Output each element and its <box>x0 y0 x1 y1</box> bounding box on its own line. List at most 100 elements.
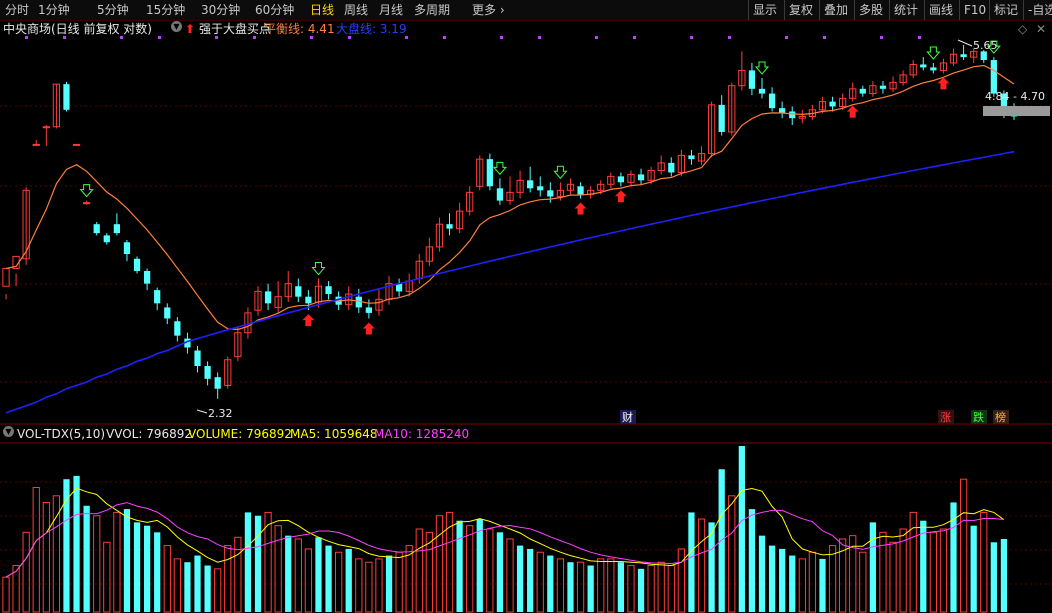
candle-body <box>547 190 554 197</box>
volume-bar <box>657 561 665 613</box>
volume-bar <box>647 565 655 613</box>
candle-body <box>174 321 181 336</box>
price-range-band <box>983 106 1050 116</box>
up-arrow-icon <box>614 190 627 203</box>
indicator-lines <box>5 64 1015 414</box>
volume-bar <box>869 522 877 612</box>
price-low-label: 2.32 <box>208 407 233 420</box>
volume-bar <box>486 528 494 613</box>
candle-body <box>113 224 121 234</box>
candle-body <box>748 70 756 89</box>
candle-body <box>758 88 766 94</box>
badge-die[interactable]: 跌 <box>973 410 984 424</box>
candle-body <box>325 286 332 295</box>
volume-bar <box>808 551 817 613</box>
volume-bar <box>274 525 282 613</box>
candle-body <box>527 180 534 189</box>
candle-body <box>63 84 70 110</box>
pattern-dot <box>690 36 693 39</box>
volume-bar <box>335 551 343 613</box>
down-arrow-icon <box>926 46 941 60</box>
volume-bar <box>2 576 10 613</box>
volume-bar <box>728 495 736 613</box>
candle-body <box>859 88 866 94</box>
volume-bar <box>738 446 745 612</box>
volume-bar <box>395 551 403 613</box>
candle-body <box>164 307 171 319</box>
up-arrow-icon <box>302 314 315 327</box>
volume-bar <box>456 520 463 612</box>
kline-chart[interactable]: 5.65 2.32 4.84 - 4.70 财 涨 跌 榜 <box>0 0 1052 613</box>
price-low-pointer <box>196 409 208 414</box>
volume-bar <box>345 548 352 612</box>
volume-bar <box>224 545 232 613</box>
volume-bars <box>2 446 1008 613</box>
volume-bar <box>758 535 766 612</box>
volume-bar <box>789 555 796 612</box>
pattern-dot <box>310 36 313 39</box>
volume-bar <box>597 558 605 613</box>
volume-bar <box>476 519 483 612</box>
pattern-dot <box>63 36 66 39</box>
pattern-dot <box>880 36 883 39</box>
volume-bar <box>42 501 50 613</box>
volume-bar <box>798 558 806 613</box>
pattern-dot <box>443 36 446 39</box>
candle-body <box>537 186 544 191</box>
volume-bar <box>677 548 685 613</box>
volume-bar <box>768 545 776 612</box>
candle-body <box>305 296 312 304</box>
volume-bar <box>697 518 706 613</box>
volume-bar <box>929 531 937 613</box>
volume-bar <box>304 548 313 613</box>
candle-body <box>154 290 161 304</box>
volume-bar <box>536 551 544 613</box>
pattern-dot <box>500 36 503 39</box>
candle-body <box>688 155 695 160</box>
pattern-dot <box>158 36 161 39</box>
candle-body <box>123 242 131 254</box>
candle-body <box>103 235 110 243</box>
volume-bar <box>385 555 393 612</box>
volume-bar <box>496 532 504 612</box>
volume-bar <box>637 568 645 612</box>
candle-body <box>960 54 967 58</box>
up-arrow-icon <box>574 202 587 215</box>
volume-bar <box>607 558 615 613</box>
candle-body <box>617 176 625 183</box>
down-arrow-icon <box>553 165 568 180</box>
up-arrow-icon <box>846 105 859 118</box>
candle-body <box>980 51 987 61</box>
volume-bar <box>415 528 423 613</box>
volume-bar <box>133 522 141 612</box>
volume-bar <box>315 537 322 612</box>
volume-bar <box>204 565 211 612</box>
volume-bar <box>748 509 756 612</box>
volume-bar <box>234 536 242 613</box>
volume-bar <box>22 531 30 613</box>
volume-bar <box>83 505 90 612</box>
volume-bar <box>959 478 968 613</box>
volume-bar <box>587 565 594 612</box>
candlestick-series <box>2 44 1018 399</box>
volume-bar <box>466 525 474 613</box>
badge-bang[interactable]: 榜 <box>995 410 1006 424</box>
down-arrow-icon <box>492 161 508 176</box>
pattern-dot <box>633 36 636 39</box>
pattern-dot <box>538 36 541 39</box>
volume-bar <box>576 561 585 613</box>
volume-bar <box>194 555 201 612</box>
pattern-dot <box>215 36 218 39</box>
candle-body <box>194 350 201 367</box>
volume-bar <box>779 548 786 612</box>
candle-body <box>295 286 302 297</box>
volume-bar <box>355 558 363 613</box>
candle-body <box>93 224 100 234</box>
candle-body <box>990 60 997 94</box>
candle-body <box>264 291 272 304</box>
badge-zhang[interactable]: 涨 <box>940 411 951 424</box>
candle-body <box>930 67 937 71</box>
badge-cai[interactable]: 财 <box>622 410 633 424</box>
candle-body <box>32 143 40 146</box>
volume-bar <box>828 545 837 613</box>
